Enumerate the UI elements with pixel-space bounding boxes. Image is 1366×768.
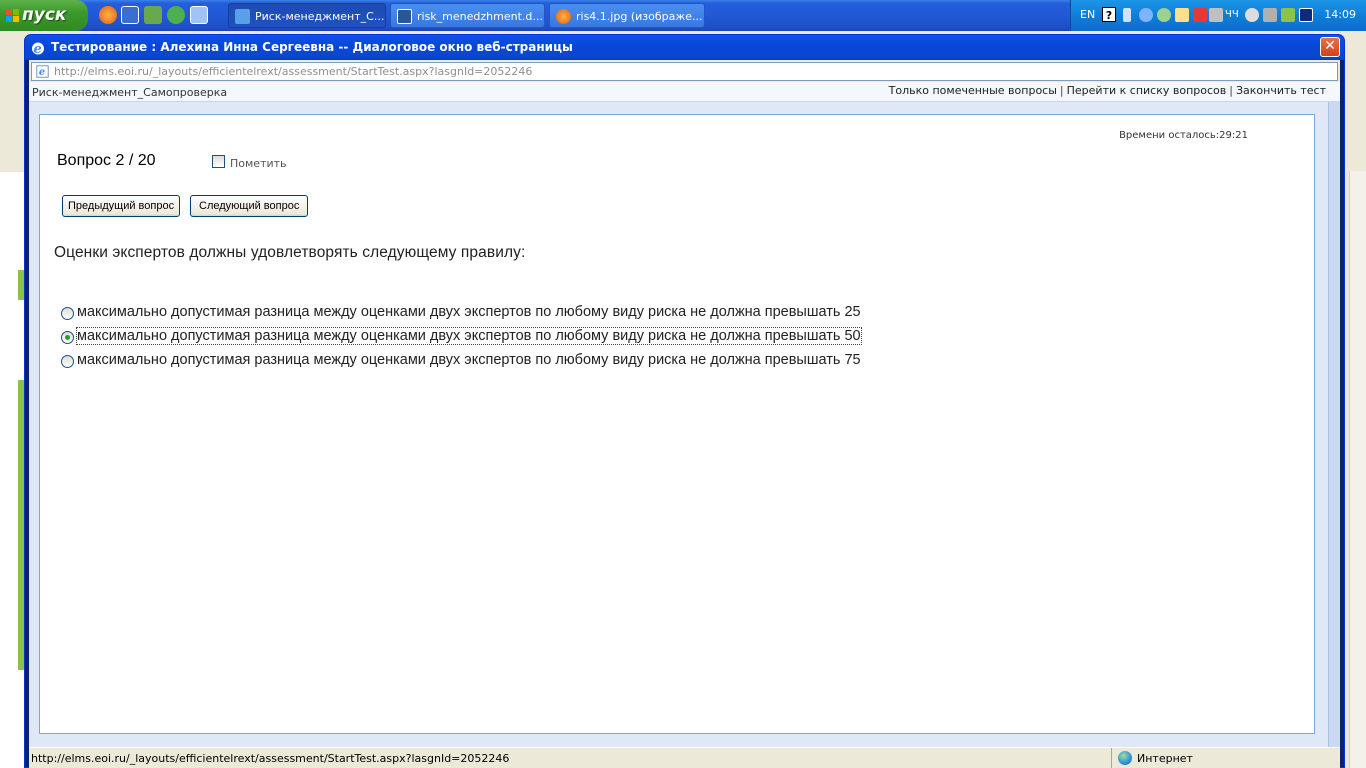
address-url: http://elms.eoi.ru/_layouts/efficientelr… — [54, 65, 533, 78]
svg-text:e: e — [39, 67, 45, 78]
answer-radio[interactable] — [61, 331, 74, 344]
course-title: Риск-менеджмент_Самопроверка — [32, 86, 228, 99]
help-icon[interactable]: ? — [1102, 7, 1116, 22]
answer-radio[interactable] — [61, 355, 74, 368]
answer-text[interactable]: максимально допустимая разница между оце… — [77, 304, 861, 320]
eyes-icon[interactable] — [1299, 8, 1313, 22]
windows-logo-icon — [6, 9, 20, 23]
time-remaining: Времени осталось:29:21 — [1119, 130, 1248, 141]
save-icon[interactable] — [121, 6, 139, 24]
network-icon[interactable] — [1139, 8, 1153, 22]
next-question-button[interactable]: Следующий вопрос — [190, 195, 309, 217]
keyboard-layout-icon[interactable]: ЧЧ — [1225, 9, 1239, 23]
dialog-title: Тестирование : Алехина Инна Сергеевна --… — [51, 40, 573, 54]
address-bar: e http://elms.eoi.ru/_layouts/efficiente… — [29, 60, 1340, 82]
separator: | — [1059, 84, 1064, 97]
word-icon — [397, 9, 412, 24]
drive-icon[interactable] — [1175, 8, 1189, 22]
globe-icon — [1118, 751, 1132, 765]
safely-remove-icon[interactable] — [1209, 8, 1223, 22]
status-bar: http://elms.eoi.ru/_layouts/efficientelr… — [29, 747, 1340, 768]
question-list-link[interactable]: Перейти к списку вопросов — [1067, 84, 1227, 97]
question-text: Оценки экспертов должны удовлетворять сл… — [54, 244, 526, 261]
ie-icon — [235, 9, 250, 24]
finish-test-link[interactable]: Закончить тест — [1236, 84, 1326, 97]
test-toolbar: Риск-менеджмент_Самопроверка Только поме… — [29, 82, 1340, 102]
answer-text[interactable]: максимально допустимая разница между оце… — [76, 327, 862, 345]
zone-label: Интернет — [1137, 752, 1193, 765]
refresh-icon[interactable] — [1157, 8, 1171, 22]
address-field[interactable]: e http://elms.eoi.ru/_layouts/efficiente… — [31, 62, 1338, 81]
firefox-icon — [556, 9, 571, 24]
test-links: Только помеченные вопросы | Перейти к спис… — [889, 84, 1326, 97]
svg-text:e: e — [34, 42, 42, 56]
utorrent-icon[interactable] — [167, 6, 185, 24]
ie-icon: e — [32, 42, 44, 56]
close-button[interactable]: ✕ — [1320, 37, 1340, 57]
clock: 14:09 — [1324, 8, 1356, 21]
page-icon: e — [36, 65, 49, 78]
task-label: ris4.1.jpg (изображе... — [576, 10, 703, 23]
answer-text[interactable]: максимально допустимая разница между оце… — [77, 352, 861, 368]
mark-checkbox[interactable] — [212, 155, 225, 168]
system-tray: EN ? ЧЧ 14:09 — [1070, 0, 1366, 31]
kaspersky-icon[interactable] — [1193, 8, 1207, 22]
dialog-titlebar[interactable]: e Тестирование : Алехина Инна Сергеевна … — [25, 35, 1344, 60]
task-image[interactable]: ris4.1.jpg (изображе... — [549, 3, 705, 28]
web-dialog-window: e Тестирование : Алехина Инна Сергеевна … — [24, 34, 1345, 768]
language-indicator[interactable]: EN — [1080, 8, 1095, 21]
status-url: http://elms.eoi.ru/_layouts/efficientelr… — [31, 752, 510, 765]
pen-icon[interactable] — [1281, 8, 1295, 22]
expand-tray-icon[interactable] — [1123, 8, 1131, 22]
previous-question-button[interactable]: Предыдущий вопрос — [62, 195, 181, 217]
background-page-strip — [0, 172, 26, 768]
taskbar: пуск Риск-менеджмент_С... risk_menedzhme… — [0, 0, 1366, 31]
content-scrollbar[interactable] — [1328, 102, 1340, 749]
separator: | — [1229, 84, 1233, 97]
recycle-icon[interactable] — [144, 6, 162, 24]
background-scrollbar[interactable] — [1349, 171, 1366, 768]
task-word-document[interactable]: risk_menedzhment.d... — [390, 3, 545, 28]
question-panel: Времени осталось:29:21 Вопрос 2 / 20 Пом… — [39, 114, 1315, 734]
question-number: Вопрос 2 / 20 — [57, 152, 156, 169]
start-label: пуск — [22, 5, 67, 25]
monitor-icon[interactable] — [1263, 8, 1277, 22]
only-marked-questions-link[interactable]: Только помеченные вопросы — [889, 84, 1057, 97]
start-button[interactable]: пуск — [0, 0, 88, 31]
task-label: risk_menedzhment.d... — [417, 10, 543, 23]
mark-label[interactable]: Пометить — [230, 157, 287, 170]
show-desktop-icon[interactable] — [190, 6, 208, 24]
answer-radio[interactable] — [61, 307, 74, 320]
security-zone: Интернет — [1111, 748, 1340, 768]
volume-icon[interactable] — [1245, 8, 1259, 22]
firefox-icon[interactable] — [99, 6, 117, 24]
task-label: Риск-менеджмент_С... — [255, 10, 385, 23]
dialog-content: Риск-менеджмент_Самопроверка Только поме… — [29, 82, 1340, 749]
task-risk-management[interactable]: Риск-менеджмент_С... — [228, 3, 386, 28]
